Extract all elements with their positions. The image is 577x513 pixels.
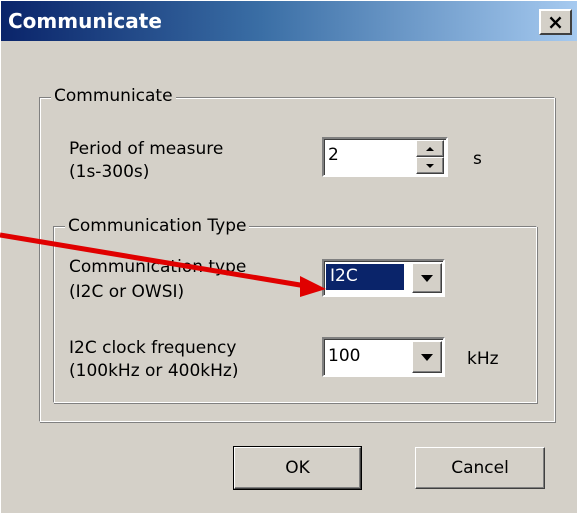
spin-down-icon	[426, 163, 434, 168]
spin-up-button[interactable]	[416, 140, 444, 157]
cancel-button[interactable]: Cancel	[415, 447, 545, 489]
communicate-group-legend: Communicate	[51, 86, 176, 106]
communication-type-label: Communication type	[69, 257, 247, 277]
clock-frequency-hint: (100kHz or 400kHz)	[69, 361, 239, 381]
communication-type-legend: Communication Type	[65, 216, 250, 236]
communication-type-select[interactable]: I2C	[322, 259, 445, 297]
communication-type-value: I2C	[326, 264, 404, 290]
close-icon: ×	[547, 10, 564, 34]
cancel-button-label: Cancel	[451, 458, 509, 478]
communication-type-dropdown-button[interactable]	[412, 263, 442, 293]
clock-frequency-unit: kHz	[467, 349, 499, 369]
clock-frequency-select[interactable]: 100	[322, 337, 445, 377]
period-spinner[interactable]: 2	[322, 137, 448, 177]
clock-frequency-label: I2C clock frequency	[69, 338, 237, 358]
period-unit: s	[473, 149, 482, 169]
spin-up-icon	[426, 146, 434, 151]
clock-frequency-value: 100	[328, 346, 361, 366]
window-title: Communicate	[8, 9, 162, 33]
chevron-down-icon	[421, 274, 433, 282]
ok-button[interactable]: OK	[233, 446, 362, 490]
title-bar[interactable]: Communicate ×	[1, 1, 577, 41]
communicate-dialog: Communicate × Communicate Period of meas…	[0, 0, 577, 513]
chevron-down-icon	[421, 353, 433, 361]
period-input[interactable]: 2	[328, 144, 339, 166]
communication-type-hint: (I2C or OWSI)	[69, 282, 185, 302]
close-button[interactable]: ×	[539, 9, 572, 35]
spin-down-button[interactable]	[416, 157, 444, 174]
period-label: Period of measure	[69, 139, 224, 159]
period-range-label: (1s-300s)	[69, 162, 150, 182]
clock-frequency-dropdown-button[interactable]	[412, 341, 442, 373]
ok-button-label: OK	[285, 458, 310, 478]
